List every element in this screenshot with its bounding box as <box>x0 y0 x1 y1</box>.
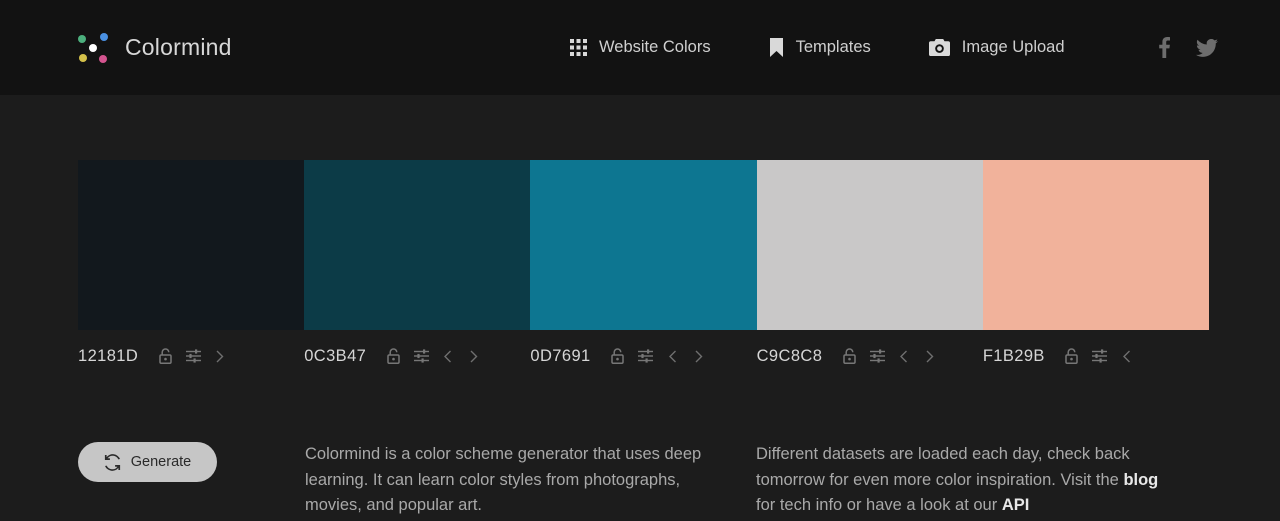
swatch-strip <box>78 160 1210 330</box>
next-color-chevron[interactable] <box>689 345 709 367</box>
nav-label-image-upload: Image Upload <box>961 38 1065 56</box>
datasets-blurb-part2: for tech info or have a look at our <box>756 496 1002 514</box>
logo-dot-pink <box>99 54 107 63</box>
prev-color-chevron[interactable] <box>894 345 914 367</box>
hex-label[interactable]: 0D7691 <box>530 347 590 366</box>
palette: 12181D 0C3B47 0D7691 C9C8C8 F1B29B <box>78 160 1210 369</box>
adjust-sliders-icon[interactable] <box>866 345 888 367</box>
color-swatch[interactable] <box>304 160 531 330</box>
swatch-meta: C9C8C8 <box>757 343 983 369</box>
nav-item-templates[interactable]: Templates <box>769 38 871 57</box>
site-header: Colormind Website Colors Templates Image… <box>0 0 1280 95</box>
swatch-meta: 12181D <box>78 343 304 369</box>
lock-icon[interactable] <box>607 345 629 367</box>
generate-button[interactable]: Generate <box>78 442 217 482</box>
lock-icon[interactable] <box>1061 345 1083 367</box>
color-swatch[interactable] <box>78 160 305 330</box>
logo-dot-yellow <box>79 53 87 62</box>
generate-column: Generate <box>78 420 305 519</box>
social-links <box>1159 0 1218 95</box>
facebook-icon[interactable] <box>1159 37 1170 58</box>
blog-link[interactable]: blog <box>1123 471 1158 489</box>
adjust-sliders-icon[interactable] <box>410 345 432 367</box>
color-swatch[interactable] <box>756 160 983 330</box>
twitter-icon[interactable] <box>1196 38 1218 57</box>
lock-icon[interactable] <box>838 345 860 367</box>
hex-label[interactable]: 0C3B47 <box>304 347 366 366</box>
lock-icon[interactable] <box>382 345 404 367</box>
next-color-chevron[interactable] <box>464 345 484 367</box>
hex-label[interactable]: F1B29B <box>983 347 1045 366</box>
refresh-icon <box>104 453 121 471</box>
datasets-blurb-part1: Different datasets are loaded each day, … <box>756 445 1130 489</box>
logo-dot-blue <box>100 32 108 41</box>
logo-dot-green <box>78 34 86 43</box>
generate-button-label: Generate <box>130 454 192 470</box>
bottom-section: Generate Colormind is a color scheme gen… <box>0 420 1280 519</box>
swatch-meta: 0C3B47 <box>304 343 530 369</box>
nav-label-website-colors: Website Colors <box>599 38 711 56</box>
swatch-meta: 0D7691 <box>530 343 756 369</box>
about-blurb: Colormind is a color scheme generator th… <box>305 445 702 514</box>
colormind-dots-icon <box>78 32 108 63</box>
api-link[interactable]: API <box>1002 496 1030 514</box>
color-swatch[interactable] <box>530 160 757 330</box>
color-swatch[interactable] <box>982 160 1210 330</box>
brand-name: Colormind <box>125 34 232 60</box>
swatch-controls-row: 12181D 0C3B47 0D7691 C9C8C8 F1B29B <box>78 343 1209 369</box>
adjust-sliders-icon[interactable] <box>182 345 204 367</box>
prev-color-chevron[interactable] <box>1117 345 1137 367</box>
hex-label[interactable]: 12181D <box>78 347 138 366</box>
lock-icon[interactable] <box>154 345 176 367</box>
nav-item-website-colors[interactable]: Website Colors <box>570 38 711 57</box>
camera-icon <box>928 39 950 56</box>
main-nav: Website Colors Templates Image Upload <box>570 0 1123 95</box>
logo-dot-white <box>89 43 97 52</box>
next-color-chevron[interactable] <box>210 345 230 367</box>
next-color-chevron[interactable] <box>920 345 940 367</box>
prev-color-chevron[interactable] <box>663 345 683 367</box>
adjust-sliders-icon[interactable] <box>1089 345 1111 367</box>
nav-item-image-upload[interactable]: Image Upload <box>928 38 1065 57</box>
datasets-blurb: Different datasets are loaded each day, … <box>756 420 1176 519</box>
bookmark-icon <box>769 38 784 57</box>
prev-color-chevron[interactable] <box>438 345 458 367</box>
grid-icon <box>570 39 587 56</box>
brand-logo[interactable]: Colormind <box>78 32 232 63</box>
adjust-sliders-icon[interactable] <box>635 345 657 367</box>
nav-label-templates: Templates <box>795 38 871 56</box>
swatch-meta: F1B29B <box>983 343 1209 369</box>
hex-label[interactable]: C9C8C8 <box>757 347 823 366</box>
